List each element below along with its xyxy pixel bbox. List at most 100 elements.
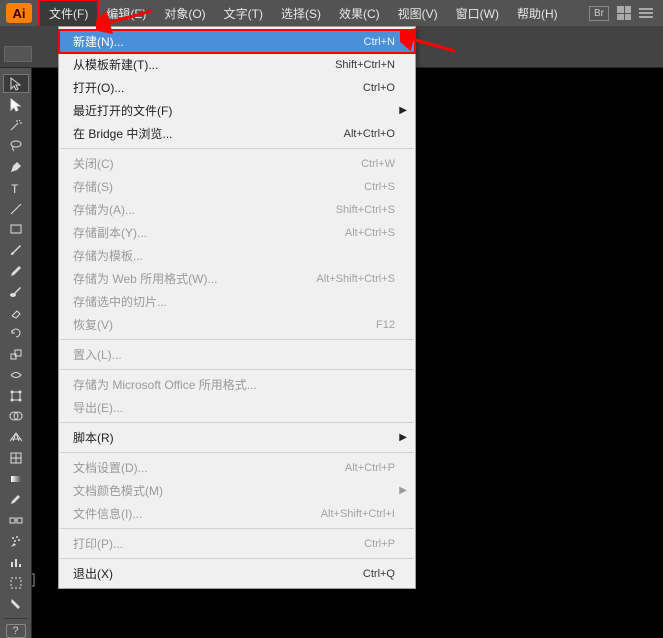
menu-item-shortcut: Alt+Ctrl+O [344, 128, 395, 140]
pencil-tool[interactable] [3, 261, 29, 280]
line-tool[interactable] [3, 199, 29, 218]
menu-separator [60, 339, 414, 340]
menu-帮助[interactable]: 帮助(H) [508, 1, 567, 26]
submenu-arrow-icon: ▶ [399, 485, 407, 496]
menu-item-label: 从模板新建(T)... [73, 56, 335, 73]
menu-item-18: 导出(E)... [59, 396, 415, 419]
menu-item-shortcut: Alt+Shift+Ctrl+S [316, 273, 395, 285]
menu-item-label: 置入(L)... [73, 346, 395, 363]
menu-item-12: 存储选中的切片... [59, 290, 415, 313]
menu-item-10: 存储为模板... [59, 244, 415, 267]
menu-separator [60, 148, 414, 149]
rotate-tool[interactable] [3, 324, 29, 343]
column-graph-tool[interactable] [3, 552, 29, 571]
slice-tool[interactable] [3, 594, 29, 613]
menu-item-13: 恢复(V)F12 [59, 313, 415, 336]
menu-separator [60, 369, 414, 370]
menu-item-15: 置入(L)... [59, 343, 415, 366]
menu-item-28[interactable]: 退出(X)Ctrl+Q [59, 562, 415, 585]
rectangle-tool[interactable] [3, 220, 29, 239]
width-tool[interactable] [3, 365, 29, 384]
app-icon: Ai [6, 3, 32, 23]
menu-item-label: 打印(P)... [73, 535, 364, 552]
paintbrush-tool[interactable] [3, 241, 29, 260]
menu-文字[interactable]: 文字(T) [215, 1, 272, 26]
menu-item-shortcut: Shift+Ctrl+N [335, 59, 395, 71]
menu-item-label: 最近打开的文件(F) [73, 102, 395, 119]
menu-item-label: 关闭(C) [73, 155, 361, 172]
menu-item-shortcut: Ctrl+W [361, 158, 395, 170]
symbol-sprayer-tool[interactable] [3, 532, 29, 551]
mesh-tool[interactable] [3, 449, 29, 468]
menu-item-label: 存储副本(Y)... [73, 224, 345, 241]
eraser-tool[interactable] [3, 303, 29, 322]
menu-文件[interactable]: 文件(F) [40, 1, 97, 26]
menu-item-shortcut: Shift+Ctrl+S [336, 204, 395, 216]
menu-item-label: 存储选中的切片... [73, 293, 395, 310]
file-menu-dropdown: 新建(N)...Ctrl+N从模板新建(T)...Shift+Ctrl+N打开(… [58, 26, 416, 589]
menu-item-3[interactable]: 最近打开的文件(F)▶ [59, 99, 415, 122]
menu-item-23: 文档颜色模式(M)▶ [59, 479, 415, 502]
menu-效果[interactable]: 效果(C) [330, 1, 389, 26]
free-transform-tool[interactable] [3, 386, 29, 405]
menu-item-2[interactable]: 打开(O)...Ctrl+O [59, 76, 415, 99]
menu-item-1[interactable]: 从模板新建(T)...Shift+Ctrl+N [59, 53, 415, 76]
menu-item-label: 恢复(V) [73, 316, 376, 333]
help-button[interactable]: ? [6, 624, 26, 638]
menu-item-4[interactable]: 在 Bridge 中浏览...Alt+Ctrl+O [59, 122, 415, 145]
gradient-tool[interactable] [3, 469, 29, 488]
menu-选择[interactable]: 选择(S) [272, 1, 330, 26]
selection-tool[interactable] [3, 74, 29, 93]
menu-窗口[interactable]: 窗口(W) [447, 1, 508, 26]
annotation-arrow-1 [96, 6, 156, 36]
menu-item-label: 存储为(A)... [73, 201, 336, 218]
menu-item-shortcut: Ctrl+S [364, 181, 395, 193]
menu-视图[interactable]: 视图(V) [389, 1, 447, 26]
bridge-button[interactable]: Br [589, 6, 609, 21]
menu-item-label: 退出(X) [73, 565, 363, 582]
menu-item-9: 存储副本(Y)...Alt+Ctrl+S [59, 221, 415, 244]
artboard-tool[interactable] [3, 573, 29, 592]
menu-separator [60, 422, 414, 423]
eyedropper-tool[interactable] [3, 490, 29, 509]
menu-item-6: 关闭(C)Ctrl+W [59, 152, 415, 175]
menu-item-22: 文档设置(D)...Alt+Ctrl+P [59, 456, 415, 479]
menu-item-label: 存储为模板... [73, 247, 395, 264]
annotation-arrow-2 [400, 26, 460, 56]
menu-item-shortcut: Ctrl+P [364, 538, 395, 550]
lasso-tool[interactable] [3, 137, 29, 156]
perspective-grid-tool[interactable] [3, 428, 29, 447]
menu-item-shortcut: F12 [376, 319, 395, 331]
menu-item-shortcut: Ctrl+N [364, 36, 395, 48]
menu-item-7: 存储(S)Ctrl+S [59, 175, 415, 198]
type-tool[interactable]: T [3, 178, 29, 197]
menu-item-label: 导出(E)... [73, 399, 395, 416]
menu-item-shortcut: Ctrl+O [363, 82, 395, 94]
menu-item-20[interactable]: 脚本(R)▶ [59, 426, 415, 449]
magic-wand-tool[interactable] [3, 116, 29, 135]
blob-brush-tool[interactable] [3, 282, 29, 301]
menu-item-shortcut: Ctrl+Q [363, 568, 395, 580]
menu-item-8: 存储为(A)...Shift+Ctrl+S [59, 198, 415, 221]
menu-item-11: 存储为 Web 所用格式(W)...Alt+Shift+Ctrl+S [59, 267, 415, 290]
panel-menu-icon[interactable] [639, 8, 653, 18]
svg-text:T: T [11, 182, 19, 196]
menu-item-17: 存储为 Microsoft Office 所用格式... [59, 373, 415, 396]
menu-item-label: 文档设置(D)... [73, 459, 345, 476]
menu-item-shortcut: Alt+Shift+Ctrl+I [321, 508, 395, 520]
menu-对象[interactable]: 对象(O) [155, 1, 214, 26]
menu-separator [60, 452, 414, 453]
menu-separator [60, 558, 414, 559]
menu-item-label: 在 Bridge 中浏览... [73, 125, 344, 142]
pen-tool[interactable] [3, 158, 29, 177]
menu-separator [60, 528, 414, 529]
menu-item-label: 存储为 Microsoft Office 所用格式... [73, 376, 395, 393]
blend-tool[interactable] [3, 511, 29, 530]
menu-item-24: 文件信息(I)...Alt+Shift+Ctrl+I [59, 502, 415, 525]
direct-selection-tool[interactable] [3, 95, 29, 114]
arrange-icon[interactable] [617, 6, 631, 20]
toolbar: T ? [0, 68, 32, 638]
menu-item-shortcut: Alt+Ctrl+P [345, 462, 395, 474]
shape-builder-tool[interactable] [3, 407, 29, 426]
scale-tool[interactable] [3, 345, 29, 364]
